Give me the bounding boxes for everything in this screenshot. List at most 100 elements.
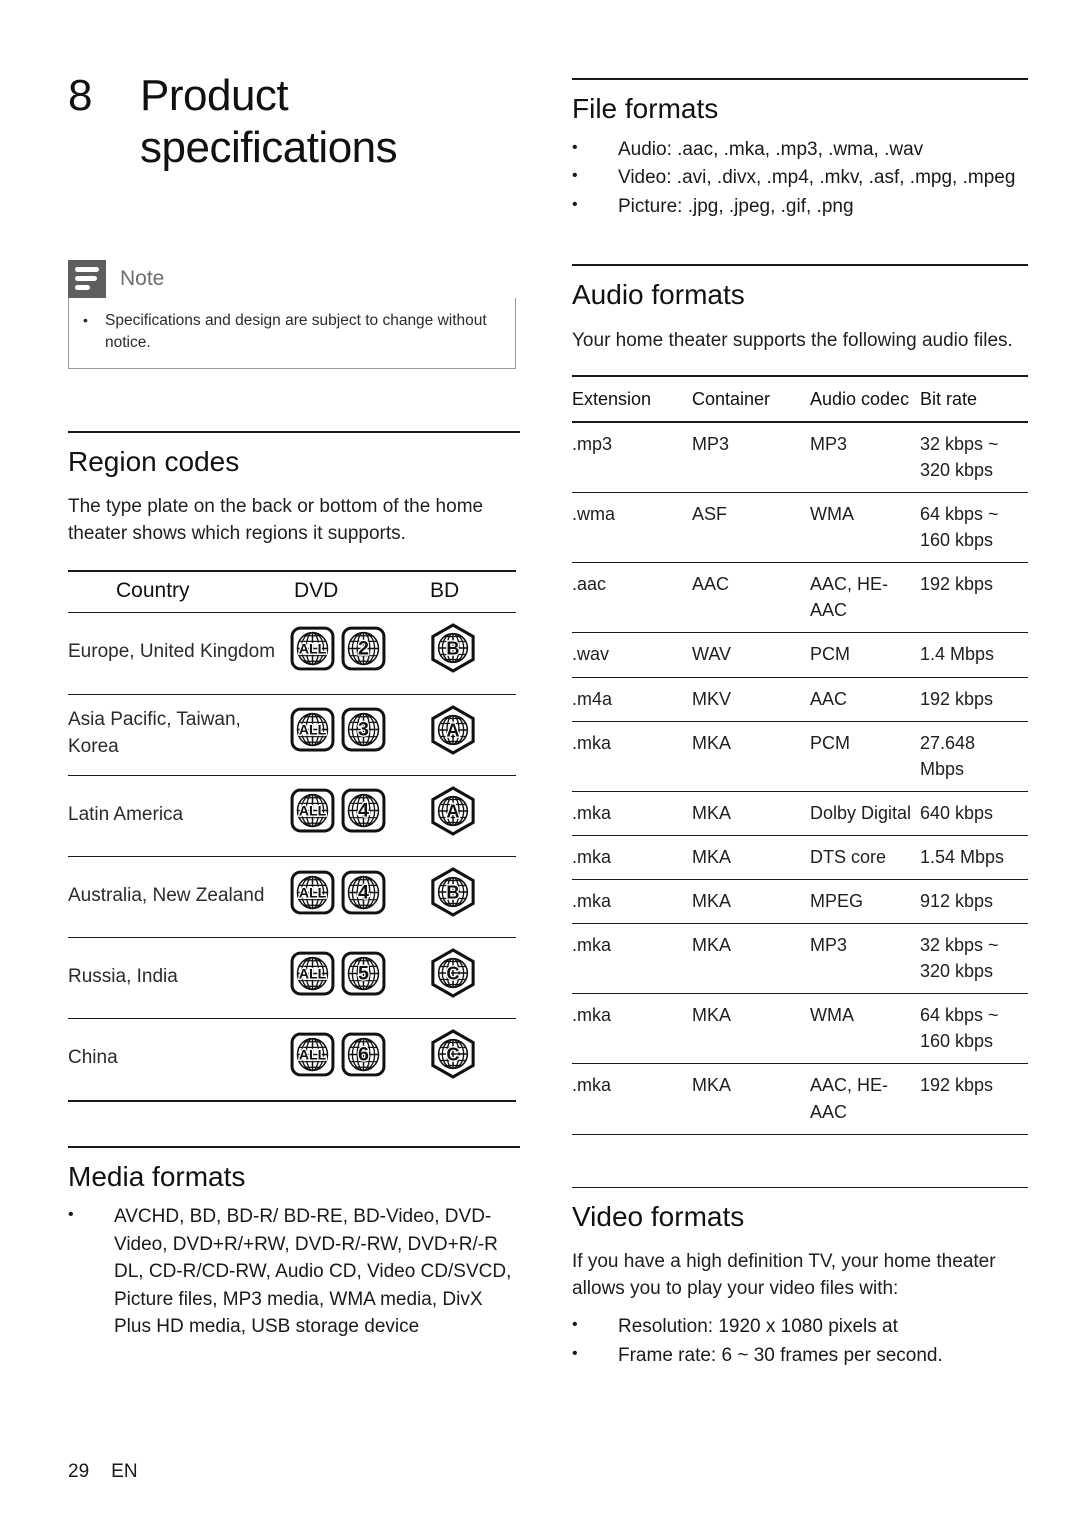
section-heading-media-formats: Media formats [68,1160,246,1192]
region-bd-code: C [430,1018,516,1102]
svg-text:C: C [446,964,459,984]
table-header-row: Country DVD BD [68,570,516,614]
audio-codec: PCM [810,721,920,792]
region-bd-code: B [430,612,516,695]
dvd-region-4-icon: 4 [341,870,386,923]
bd-region-a-icon: A [430,786,476,844]
audio-bitrate: 912 kbps [920,879,1028,925]
table-row: Latin America ALL 4 A [68,775,516,858]
audio-container: MKA [692,791,810,836]
region-codes-table: Country DVD BD Europe, United Kingdom AL… [68,570,516,1102]
bullet-icon: • [83,311,88,328]
bd-region-c-icon: C [430,1029,476,1087]
audio-extension: .mka [572,721,692,792]
column-header-extension: Extension [572,374,692,423]
note-icon [68,259,106,298]
region-country: Europe, United Kingdom [68,612,290,695]
file-format-item-text: Video: .avi, .divx, .mp4, .mkv, .asf, .m… [618,167,1016,189]
svg-text:4: 4 [358,881,369,903]
section-heading-video-formats: Video formats [572,1200,745,1232]
file-format-item-text: Picture: .jpg, .jpeg, .gif, .png [618,195,854,217]
audio-container: AAC [692,562,810,634]
audio-container: MKV [692,677,810,722]
dvd-region-all-icon: ALL [290,626,335,679]
svg-text:B: B [446,882,459,902]
audio-bitrate: 1.4 Mbps [920,632,1028,678]
audio-extension: .m4a [572,677,692,722]
dvd-region-5-icon: 5 [341,951,386,1004]
video-format-item-text: Resolution: 1920 x 1080 pixels at [618,1316,898,1338]
video-format-item: • Frame rate: 6 ~ 30 frames per second. [572,1342,1028,1370]
audio-extension: .wav [572,632,692,678]
region-dvd-codes: ALL 5 [290,937,430,1020]
left-column: 8 Product specifications Note • Specific… [0,0,520,1370]
audio-container: MP3 [692,421,810,494]
table-row: .mka MKA AAC, HE- AAC 192 kbps [572,1063,1028,1135]
table-row: .mp3 MP3 MP3 32 kbps ~ 320 kbps [572,421,1028,494]
audio-bitrate: 192 kbps [920,562,1028,634]
audio-codec: WMA [810,492,920,564]
audio-codec: DTS core [810,835,920,881]
audio-codec: AAC, HE- AAC [810,1063,920,1135]
table-row: .mka MKA MPEG 912 kbps [572,879,1028,925]
right-column: File formats • Audio: .aac, .mka, .mp3, .… [520,0,1080,1370]
region-dvd-codes: ALL 6 [290,1018,430,1102]
table-row: .mka MKA WMA 64 kbps ~ 160 kbps [572,993,1028,1065]
svg-text:A: A [446,801,459,821]
section-audio-formats: Audio formats Your home theater supports… [572,264,1028,1135]
audio-bitrate: 1.54 Mbps [920,835,1028,881]
audio-container: MKA [692,923,810,995]
bullet-icon: • [572,138,578,156]
audio-extension: .mka [572,993,692,1065]
note-body: • Specifications and design are subject … [68,297,516,369]
column-header-dvd: DVD [290,570,430,614]
audio-codec: MP3 [810,923,920,995]
table-row: Australia, New Zealand ALL 4 B [68,856,516,939]
audio-container: ASF [692,492,810,564]
bullet-icon: • [572,195,578,213]
video-formats-list: • Resolution: 1920 x 1080 pixels at • Frame… [572,1313,1028,1369]
svg-text:ALL: ALL [299,722,327,738]
table-row: .aac AAC AAC, HE-AAC 192 kbps [572,562,1028,634]
audio-extension: .mka [572,835,692,881]
audio-bitrate: 32 kbps ~ 320 kbps [920,923,1028,995]
bullet-icon: • [68,1206,74,1224]
audio-bitrate: 192 kbps [920,1063,1028,1135]
chapter-title-text: Product specifications [140,71,398,172]
section-region-codes: Region codes The type plate on the back … [68,430,520,1102]
dvd-region-6-icon: 6 [341,1032,386,1085]
section-heading-file-formats: File formats [572,93,719,124]
audio-container: WAV [692,632,810,678]
audio-codec: MPEG [810,879,920,925]
note-text: Specifications and design are subject to… [105,311,487,351]
region-dvd-codes: ALL 4 [290,775,430,858]
page-number: 29 [68,1461,90,1482]
table-row: .mka MKA DTS core 1.54 Mbps [572,835,1028,881]
region-dvd-codes: ALL 3 [290,694,430,776]
dvd-region-all-icon: ALL [290,788,335,841]
dvd-region-all-icon: ALL [290,870,335,923]
region-dvd-codes: ALL 4 [290,856,430,939]
table-row: Russia, India ALL 5 C [68,937,516,1020]
audio-extension: .mka [572,923,692,995]
bullet-icon: • [572,1316,578,1334]
svg-text:B: B [446,639,459,659]
table-row: Asia Pacific, Taiwan, Korea ALL 3 A [68,694,516,776]
bd-region-a-icon: A [430,704,476,763]
audio-bitrate: 64 kbps ~ 160 kbps [920,993,1028,1065]
video-formats-intro: If you have a high definition TV, your h… [572,1251,996,1300]
svg-text:4: 4 [358,800,369,822]
section-heading-audio-formats: Audio formats [572,279,745,311]
region-country: China [68,1018,290,1102]
note-list-item: • Specifications and design are subject … [83,310,501,354]
svg-text:ALL: ALL [299,884,327,900]
section-media-formats: Media formats • AVCHD, BD, BD-R/ BD-RE, B… [68,1145,520,1341]
bd-region-b-icon: B [430,867,476,925]
file-format-item: • Picture: .jpg, .jpeg, .gif, .png [572,193,1028,221]
note-label: Note [120,266,165,290]
audio-extension: .aac [572,562,692,634]
chapter-number: 8 [68,71,92,120]
column-header-country: Country [68,570,290,614]
audio-codec: Dolby Digital [810,791,920,836]
video-format-item-text: Frame rate: 6 ~ 30 frames per second. [618,1344,943,1366]
